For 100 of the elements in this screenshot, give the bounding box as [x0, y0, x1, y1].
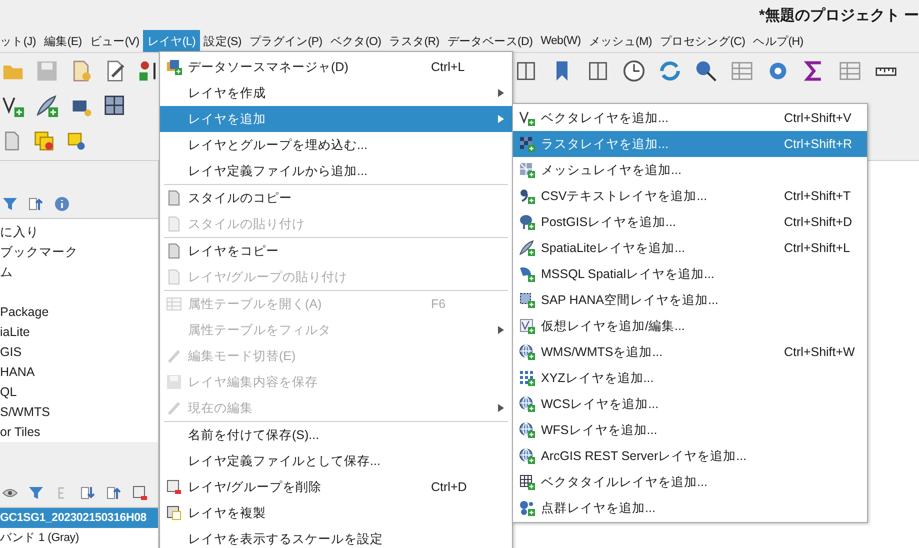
shortcut-text: Ctrl+Shift+W [784, 345, 855, 359]
menu[interactable]: プロセシング(C) [656, 30, 750, 52]
menu[interactable]: メッシュ(M) [584, 30, 656, 52]
menu-item[interactable]: SpatiaLiteレイヤを追加... Ctrl+Shift+L [513, 235, 867, 261]
browser-item[interactable]: に入り [0, 222, 158, 242]
vertex-icon[interactable] [2, 94, 24, 116]
dashed-square-icon [519, 292, 535, 308]
document-icon[interactable] [2, 130, 22, 150]
mesh-icon [519, 162, 535, 178]
menu-item[interactable]: レイヤ/グループを削除 Ctrl+D [160, 474, 512, 500]
info-icon[interactable] [54, 196, 70, 212]
menu-item[interactable]: 点群レイヤを追加... [513, 495, 867, 521]
grid-icon[interactable] [104, 94, 126, 116]
shortcut-text: F6 [431, 297, 446, 311]
browser-item[interactable]: Package [0, 302, 158, 322]
globe-icon [519, 448, 535, 464]
menu-item[interactable]: ArcGIS REST Serverレイヤを追加... [513, 443, 867, 469]
collapse-icon[interactable] [28, 196, 44, 212]
menu-item[interactable]: WCSレイヤを追加... [513, 391, 867, 417]
vector-plus-icon [519, 110, 535, 126]
menu-item[interactable]: レイヤ定義ファイルから追加... [160, 158, 512, 184]
menu[interactable]: ヘルプ(H) [749, 30, 808, 52]
collapse-icon[interactable] [106, 485, 122, 502]
remove-layer-icon [166, 479, 182, 495]
browser-item[interactable]: QL [0, 382, 158, 402]
menu-item[interactable]: レイヤを追加 [160, 106, 512, 132]
menu-item[interactable]: レイヤを複製 [160, 500, 512, 526]
pencil-icon [166, 348, 182, 364]
pencil-icon [166, 400, 182, 416]
remove-layer-icon[interactable] [132, 485, 148, 502]
vector-square-icon [519, 318, 535, 334]
identify-icon[interactable] [695, 60, 717, 82]
menu-item[interactable]: データソースマネージャ(D) Ctrl+L [160, 54, 512, 80]
menu-item[interactable]: SAP HANA空間レイヤを追加... [513, 287, 867, 313]
menu-item[interactable]: レイヤとグループを埋め込む... [160, 132, 512, 158]
menu-item[interactable]: ラスタレイヤを追加... Ctrl+Shift+R [513, 131, 867, 157]
data-source-icon [166, 59, 182, 75]
menu-item[interactable]: 仮想レイヤを追加/編集... [513, 313, 867, 339]
filter-icon[interactable] [2, 196, 18, 212]
shortcut-text: Ctrl+Shift+L [784, 241, 850, 255]
menu[interactable]: ビュー(V) [86, 30, 144, 52]
menu[interactable]: 編集(E) [40, 30, 86, 52]
menu[interactable]: ラスタ(R) [385, 30, 444, 52]
table-icon [166, 296, 182, 312]
expand-icon[interactable] [80, 485, 96, 502]
browser-item[interactable]: or Tiles [0, 422, 158, 442]
menu-item[interactable]: 名前を付けて保存(S)... [160, 422, 512, 448]
floppy-icon [166, 374, 182, 390]
stacked-squares-icon[interactable] [34, 130, 54, 150]
shortcut-text: Ctrl+L [431, 60, 465, 74]
document-icon [166, 190, 182, 206]
browser-item[interactable]: iaLite [0, 322, 158, 342]
grid-icon [519, 474, 535, 490]
checkerboard-icon [519, 136, 535, 152]
menu-item[interactable]: レイヤをコピー [160, 238, 512, 264]
document-icon [166, 216, 182, 232]
menu-item[interactable]: メッシュレイヤを追加... [513, 157, 867, 183]
menu-item[interactable]: MSSQL Spatialレイヤを追加... [513, 261, 867, 287]
menu[interactable]: データベース(D) [443, 30, 537, 52]
duplicate-icon [166, 505, 182, 521]
layer-item[interactable]: バンド 1 (Gray) [0, 528, 158, 548]
menu[interactable]: プラグイン(P) [245, 30, 326, 52]
layer-item[interactable]: GC1SG1_202302150316H08 [0, 508, 158, 528]
menu-item[interactable]: WFSレイヤを追加... [513, 417, 867, 443]
refresh-icon[interactable] [659, 60, 681, 82]
browser-item[interactable]: S/WMTS [0, 402, 158, 422]
menu[interactable]: Web(W) [536, 30, 585, 52]
menu[interactable]: ベクタ(O) [326, 30, 386, 52]
menu-item[interactable]: ベクタレイヤを追加... Ctrl+Shift+V [513, 105, 867, 131]
menu-item[interactable]: ベクタタイルレイヤを追加... [513, 469, 867, 495]
shortcut-text: Ctrl+Shift+D [784, 215, 852, 229]
globe-icon [519, 422, 535, 438]
menu-item[interactable]: スタイルのコピー [160, 185, 512, 211]
menu[interactable]: 設定(S) [200, 30, 246, 52]
document-icon [166, 269, 182, 285]
browser-item[interactable]: ブックマーク [0, 242, 158, 262]
globe-icon [519, 344, 535, 360]
filter-icon[interactable] [28, 485, 44, 502]
menu-item[interactable]: CSVテキストレイヤを追加... Ctrl+Shift+T [513, 183, 867, 209]
browser-item[interactable]: GIS [0, 342, 158, 362]
feather-icon [519, 240, 535, 256]
menu-item[interactable]: WMS/WMTSを追加... Ctrl+Shift+W [513, 339, 867, 365]
menu-item[interactable]: XYZレイヤを追加... [513, 365, 867, 391]
menu-item[interactable]: PostGISレイヤを追加... Ctrl+Shift+D [513, 209, 867, 235]
shortcut-text: Ctrl+Shift+R [784, 137, 852, 151]
comma-icon [519, 188, 535, 204]
feather-icon[interactable] [36, 94, 58, 116]
menu-item[interactable]: レイヤを表示するスケールを設定 [160, 526, 512, 548]
clock-icon[interactable] [623, 60, 645, 82]
menu[interactable]: ット(J) [0, 30, 40, 52]
shortcut-text: Ctrl+D [431, 480, 467, 494]
menu-item[interactable]: レイヤ定義ファイルとして保存... [160, 448, 512, 474]
browser-item[interactable]: HANA [0, 362, 158, 382]
shortcut-text: Ctrl+Shift+V [784, 111, 852, 125]
menu[interactable]: レイヤ(L) [143, 30, 200, 52]
window-title: *無題のプロジェクト ー [758, 6, 919, 24]
menu-item[interactable]: レイヤを作成 [160, 80, 512, 106]
browser-item[interactable]: ム [0, 262, 158, 282]
document-icon [166, 243, 182, 259]
dot-grid-icon [519, 370, 535, 386]
